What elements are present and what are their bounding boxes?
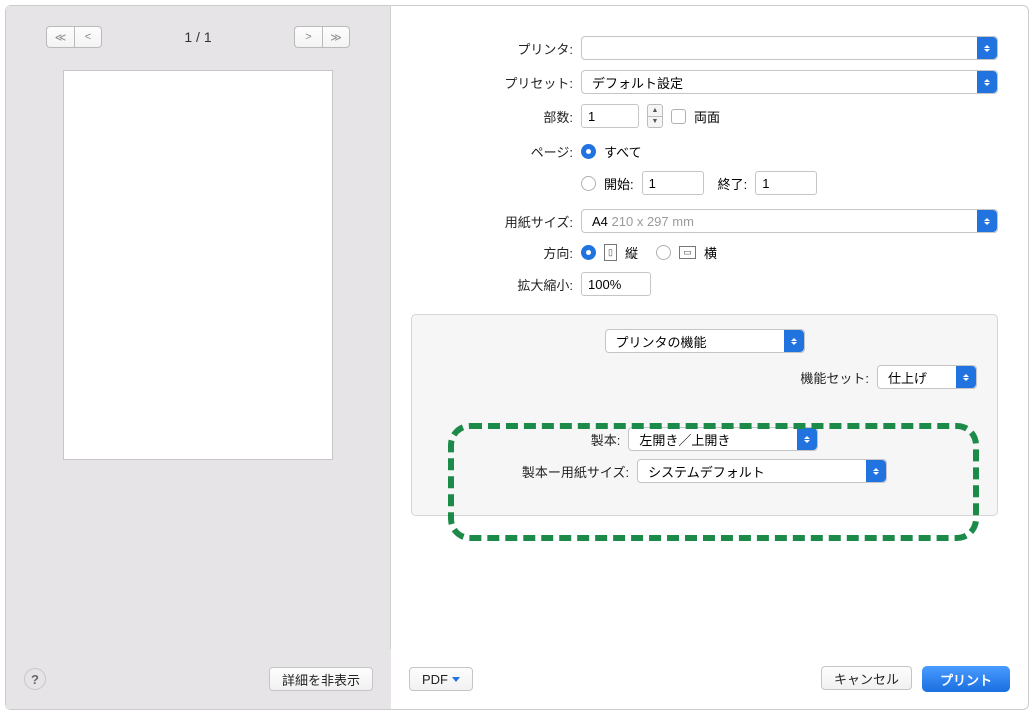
duplex-label: 両面 xyxy=(694,107,720,126)
copies-label: 部数: xyxy=(411,107,581,126)
orientation-portrait-radio[interactable] xyxy=(581,245,596,260)
portrait-icon: ▯ xyxy=(604,244,617,261)
features-section-select[interactable]: プリンタの機能 xyxy=(605,329,805,353)
updown-icon xyxy=(977,210,997,232)
binding-paper-label: 製本ー用紙サイズ: xyxy=(522,462,629,481)
binding-paper-select[interactable]: システムデフォルト xyxy=(637,459,887,483)
scale-label: 拡大縮小: xyxy=(411,275,581,294)
pages-from-label: 開始: xyxy=(604,174,634,193)
cancel-button[interactable]: キャンセル xyxy=(821,666,912,690)
landscape-label: 横 xyxy=(704,243,717,262)
pages-from-input[interactable] xyxy=(642,171,704,195)
print-dialog: ≪ < 1 / 1 > ≫ プリンタ: xyxy=(5,5,1029,710)
hide-details-button[interactable]: 詳細を非表示 xyxy=(269,667,373,691)
last-page-button[interactable]: ≫ xyxy=(322,26,350,48)
updown-icon xyxy=(956,366,976,388)
preset-select[interactable]: デフォルト設定 xyxy=(581,70,998,94)
bottom-bar: ? 詳細を非表示 PDF キャンセル プリント xyxy=(6,649,1028,709)
pages-label: ページ: xyxy=(411,142,581,161)
preview-page xyxy=(63,70,333,460)
printer-label: プリンタ: xyxy=(411,39,581,58)
help-button[interactable]: ? xyxy=(24,668,46,690)
first-page-button[interactable]: ≪ xyxy=(46,26,74,48)
preview-pane: ≪ < 1 / 1 > ≫ xyxy=(6,6,391,649)
prev-page-buttons: ≪ < xyxy=(46,26,102,48)
preset-value: デフォルト設定 xyxy=(592,73,683,92)
pages-to-input[interactable] xyxy=(755,171,817,195)
updown-icon xyxy=(784,330,804,352)
preset-label: プリセット: xyxy=(411,73,581,92)
options-pane: プリンタ: プリセット: デフォルト設定 xyxy=(391,6,1028,649)
feature-set-label: 機能セット: xyxy=(800,368,869,387)
pdf-menu-button[interactable]: PDF xyxy=(409,667,473,691)
prev-page-button[interactable]: < xyxy=(74,26,102,48)
printer-value xyxy=(592,39,657,58)
copies-input[interactable] xyxy=(581,104,639,128)
feature-set-value: 仕上げ xyxy=(888,368,927,387)
preview-page-wrap xyxy=(6,62,390,629)
copies-stepper[interactable]: ▲▼ xyxy=(647,104,663,128)
page-readout: 1 / 1 xyxy=(184,29,211,45)
updown-icon xyxy=(866,460,886,482)
portrait-label: 縦 xyxy=(625,243,638,262)
updown-icon xyxy=(797,428,817,450)
binding-select[interactable]: 左開き／上開き xyxy=(628,427,818,451)
binding-paper-value: システムデフォルト xyxy=(648,462,765,481)
duplex-checkbox[interactable] xyxy=(671,109,686,124)
binding-value: 左開き／上開き xyxy=(639,430,730,449)
print-button[interactable]: プリント xyxy=(922,666,1010,692)
features-section-value: プリンタの機能 xyxy=(616,332,707,351)
next-page-buttons: > ≫ xyxy=(294,26,350,48)
paper-size-select[interactable]: A4 210 x 297 mm xyxy=(581,209,998,233)
updown-icon xyxy=(977,71,997,93)
binding-label: 製本: xyxy=(591,430,621,449)
orientation-label: 方向: xyxy=(411,243,581,262)
feature-set-select[interactable]: 仕上げ xyxy=(877,365,977,389)
updown-icon xyxy=(977,37,997,59)
scale-input[interactable] xyxy=(581,272,651,296)
pages-to-label: 終了: xyxy=(718,174,748,193)
dialog-upper: ≪ < 1 / 1 > ≫ プリンタ: xyxy=(6,6,1028,649)
preview-nav: ≪ < 1 / 1 > ≫ xyxy=(6,26,390,62)
orientation-landscape-radio[interactable] xyxy=(656,245,671,260)
pages-range-radio[interactable] xyxy=(581,176,596,191)
landscape-icon: ▭ xyxy=(679,246,696,259)
next-page-button[interactable]: > xyxy=(294,26,322,48)
paper-size-label: 用紙サイズ: xyxy=(411,212,581,231)
printer-select[interactable] xyxy=(581,36,998,60)
pages-all-label: すべて xyxy=(604,142,642,161)
printer-features-panel: プリンタの機能 機能セット: 仕上げ 製本: 左開き／上開き xyxy=(411,314,998,516)
pages-all-radio[interactable] xyxy=(581,144,596,159)
